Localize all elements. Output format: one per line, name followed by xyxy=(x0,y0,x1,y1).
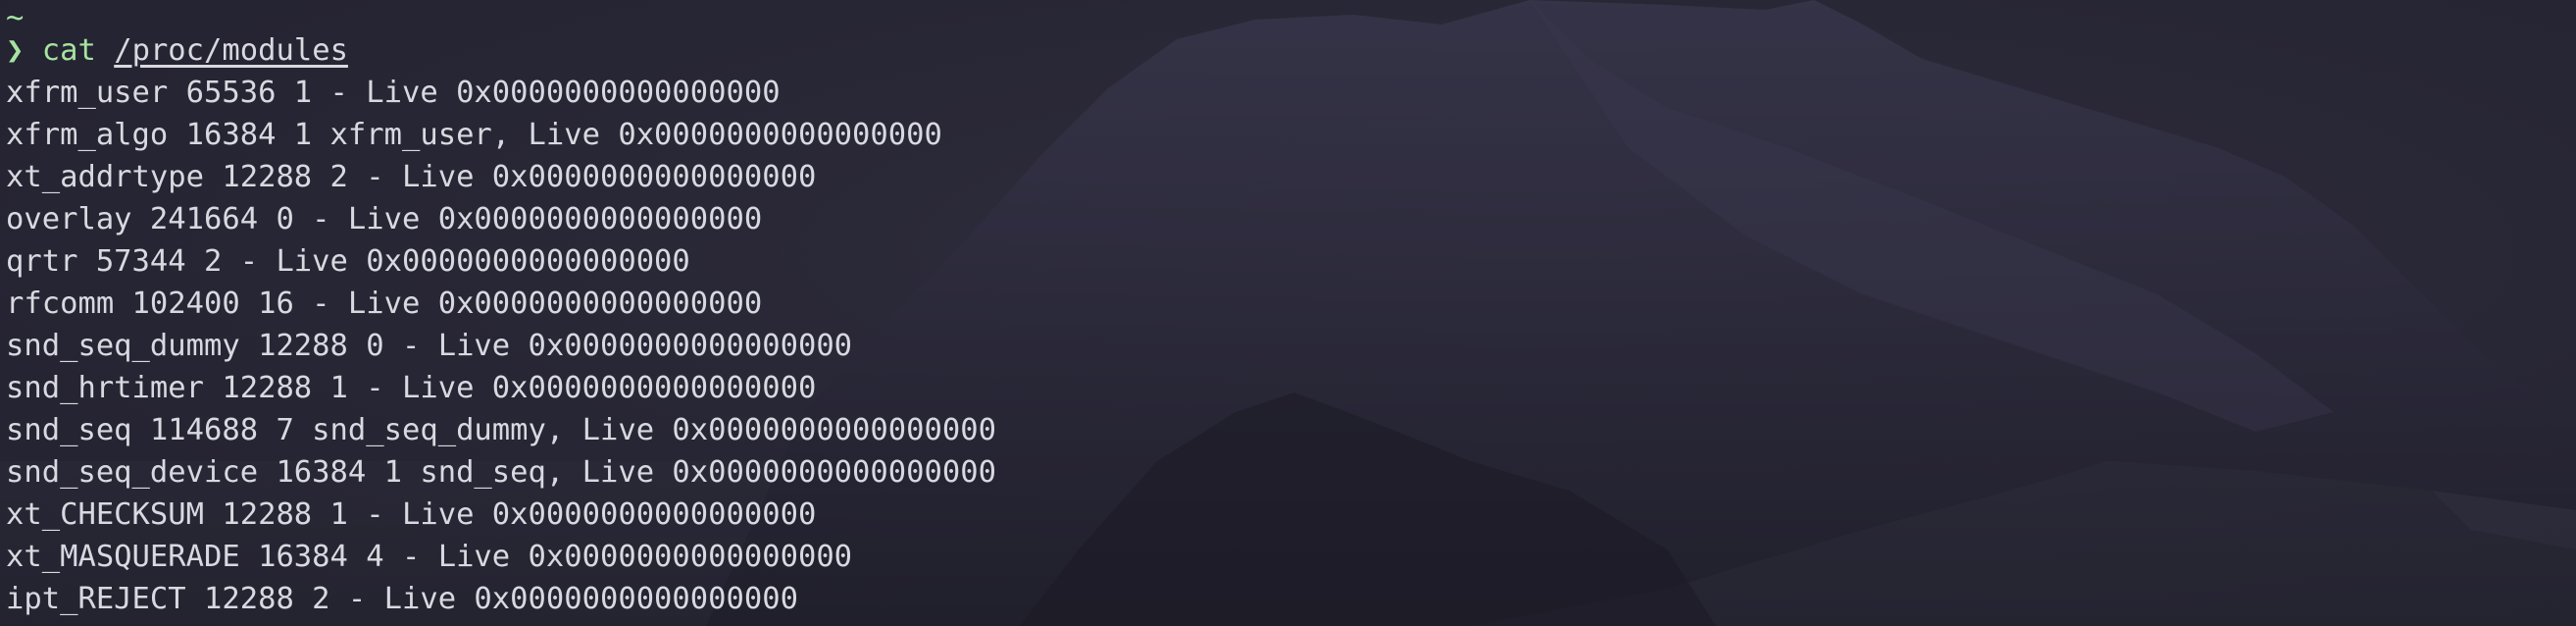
output-line: overlay 241664 0 - Live 0x00000000000000… xyxy=(6,202,763,236)
output-line: snd_seq 114688 7 snd_seq_dummy, Live 0x0… xyxy=(6,413,996,447)
output-line: xt_MASQUERADE 16384 4 - Live 0x000000000… xyxy=(6,540,853,574)
command-argument-path[interactable]: /proc/modules xyxy=(114,33,348,68)
output-line: rfcomm 102400 16 - Live 0x00000000000000… xyxy=(6,287,763,321)
output-line: xfrm_user 65536 1 - Live 0x0000000000000… xyxy=(6,76,781,110)
output-line: snd_seq_device 16384 1 snd_seq, Live 0x0… xyxy=(6,455,996,490)
output-line: snd_hrtimer 12288 1 - Live 0x00000000000… xyxy=(6,371,817,405)
output-line: ipt_REJECT 12288 2 - Live 0x000000000000… xyxy=(6,582,798,616)
terminal-content: ~ ❯ cat /proc/modules xfrm_user 65536 1 … xyxy=(6,0,2576,626)
output-line: qrtr 57344 2 - Live 0x0000000000000000 xyxy=(6,244,690,279)
command-name: cat xyxy=(41,33,96,68)
output-line: xt_addrtype 12288 2 - Live 0x00000000000… xyxy=(6,160,817,194)
prompt-line: ❯ cat /proc/modules xyxy=(6,29,2576,72)
cwd-indicator: ~ xyxy=(6,1,25,35)
terminal-window[interactable]: ~ ❯ cat /proc/modules xfrm_user 65536 1 … xyxy=(0,0,2576,626)
prompt-arrow-icon: ❯ xyxy=(6,33,25,68)
output-line: xfrm_algo 16384 1 xfrm_user, Live 0x0000… xyxy=(6,118,942,152)
output-line: snd_seq_dummy 12288 0 - Live 0x000000000… xyxy=(6,329,853,363)
output-line: xt_CHECKSUM 12288 1 - Live 0x00000000000… xyxy=(6,497,817,532)
